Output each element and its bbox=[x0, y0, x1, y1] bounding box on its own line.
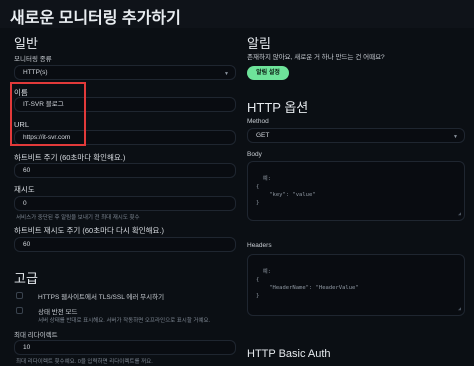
upside-down-checkbox[interactable] bbox=[16, 307, 23, 314]
retry-interval-label: 하트비트 재시도 주기 (60초마다 다시 확인해요.) bbox=[14, 226, 165, 235]
max-redirects-input[interactable]: 10 bbox=[14, 340, 236, 355]
method-label: Method bbox=[247, 118, 269, 125]
heartbeat-interval-label: 하트비트 주기 (60초마다 확인해요.) bbox=[14, 153, 126, 162]
resize-handle-icon[interactable]: ◢ bbox=[458, 305, 461, 313]
page-title: 새로운 모니터링 추가하기 bbox=[10, 10, 181, 27]
headers-label: Headers bbox=[247, 242, 272, 249]
heartbeat-interval-input[interactable]: 60 bbox=[14, 163, 236, 178]
upside-down-hint: 서버 상태를 반대로 표시해요. 서버가 작동하면 오프라인으로 표시할 거예요… bbox=[38, 318, 211, 324]
basic-auth-section-title: HTTP Basic Auth bbox=[247, 348, 331, 360]
ignore-tls-label: HTTPS 웹사이트에서 TLS/SSL 에러 무시하기 bbox=[38, 294, 165, 301]
body-label: Body bbox=[247, 151, 262, 158]
notifications-section-title: 알림 bbox=[247, 36, 271, 51]
retries-label: 재시도 bbox=[14, 185, 35, 194]
http-options-section-title: HTTP 옵션 bbox=[247, 100, 309, 115]
max-redirects-hint: 최대 리다이렉트 횟수예요. 0을 입력하면 리다이렉트를 꺼요. bbox=[16, 359, 153, 365]
notifications-empty-text: 존재하지 않아요, 새로운 거 하나 만드는 건 어때요? bbox=[247, 54, 385, 61]
chevron-down-icon: ▼ bbox=[224, 71, 229, 77]
advanced-section-title: 고급 bbox=[14, 271, 38, 286]
name-url-highlight-box bbox=[10, 82, 86, 146]
upside-down-label: 상태 반전 모드 bbox=[38, 309, 78, 316]
headers-textarea[interactable]: 예: { "HeaderName": "HeaderValue" } ◢ bbox=[247, 254, 465, 316]
max-redirects-label: 최대 리다이렉트 bbox=[14, 332, 58, 339]
ignore-tls-checkbox[interactable] bbox=[16, 292, 23, 299]
body-textarea[interactable]: 예: { "key": "value" } ◢ bbox=[247, 161, 465, 221]
retry-interval-input[interactable]: 60 bbox=[14, 237, 236, 252]
chevron-down-icon: ▼ bbox=[453, 134, 458, 140]
setup-notification-button[interactable]: 알림 설정 bbox=[247, 66, 289, 80]
method-select[interactable]: GET ▼ bbox=[247, 128, 465, 143]
body-placeholder: 예: { "key": "value" } bbox=[256, 176, 316, 206]
monitor-type-label: 모니터링 종류 bbox=[14, 56, 52, 63]
method-value: GET bbox=[256, 132, 270, 139]
headers-placeholder: 예: { "HeaderName": "HeaderValue" } bbox=[256, 269, 359, 299]
general-section-title: 일반 bbox=[14, 36, 38, 51]
resize-handle-icon[interactable]: ◢ bbox=[458, 210, 461, 218]
retries-input[interactable]: 0 bbox=[14, 196, 236, 211]
retries-hint: 서비스가 중단된 후 알림을 보내기 전 최대 재시도 횟수 bbox=[16, 215, 140, 221]
monitor-type-value: HTTP(s) bbox=[23, 69, 48, 76]
monitor-type-select[interactable]: HTTP(s) ▼ bbox=[14, 65, 236, 80]
